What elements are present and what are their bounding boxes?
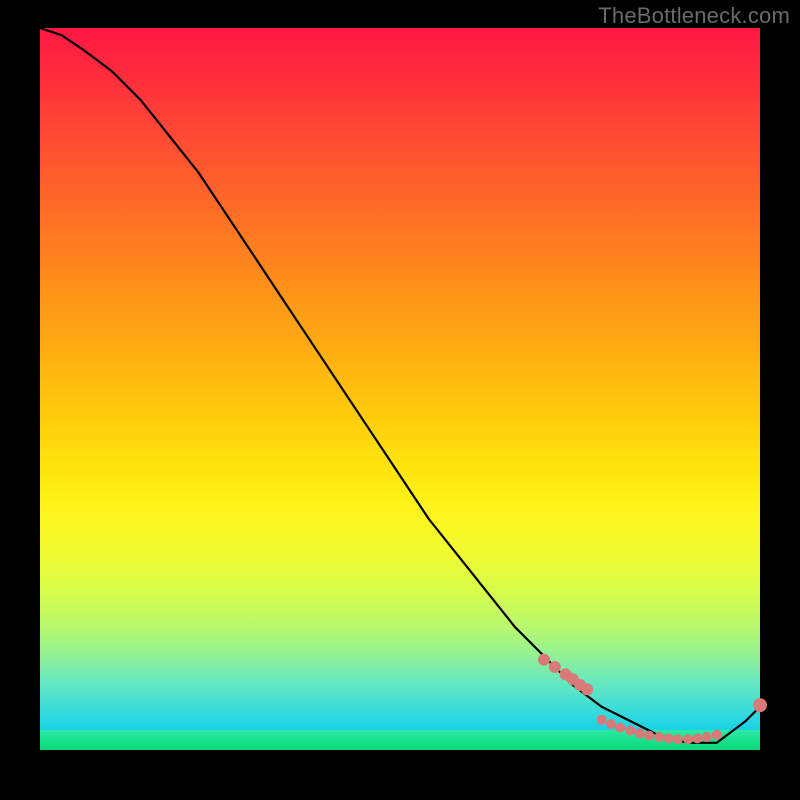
data-point bbox=[581, 683, 593, 695]
data-point bbox=[644, 731, 654, 741]
data-point bbox=[654, 732, 664, 742]
bottleneck-curve-line bbox=[40, 28, 760, 743]
data-point bbox=[606, 719, 616, 729]
data-point bbox=[635, 728, 645, 738]
data-point bbox=[615, 723, 625, 733]
data-point bbox=[597, 715, 607, 725]
chart-svg bbox=[40, 28, 760, 750]
data-point bbox=[712, 730, 722, 740]
data-point bbox=[702, 732, 712, 742]
chart-plot-area bbox=[40, 28, 760, 750]
data-point bbox=[625, 726, 635, 736]
data-point bbox=[753, 698, 767, 712]
data-point bbox=[664, 733, 674, 743]
data-point bbox=[549, 661, 561, 673]
watermark-text: TheBottleneck.com bbox=[598, 3, 790, 29]
data-point bbox=[673, 734, 683, 744]
data-point bbox=[538, 654, 550, 666]
data-point bbox=[683, 734, 693, 744]
data-point bbox=[692, 733, 702, 743]
